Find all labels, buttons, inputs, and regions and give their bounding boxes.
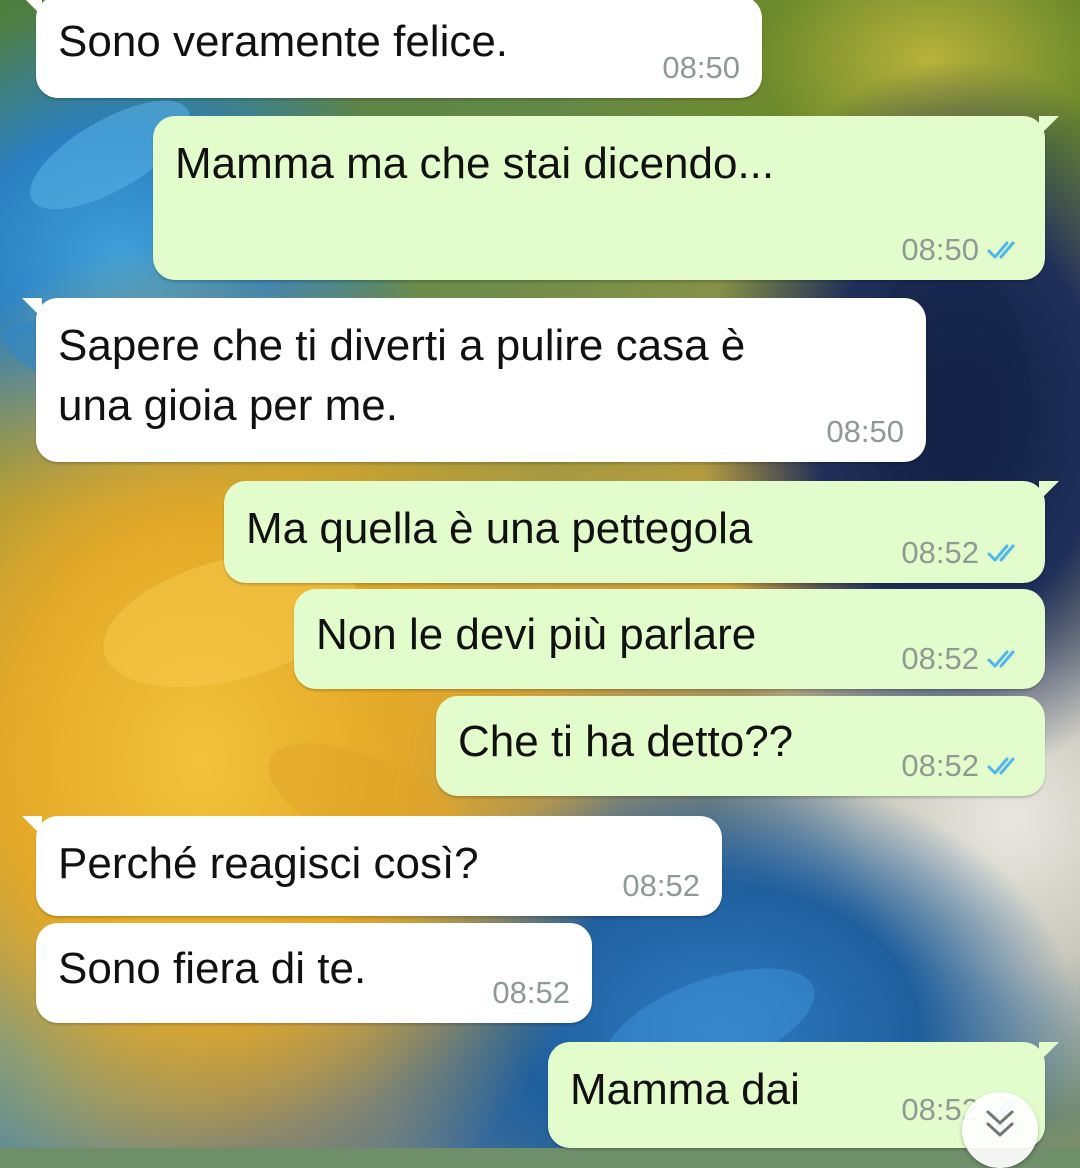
message-text: Che ti ha detto?? (458, 717, 794, 766)
message-bubble-incoming[interactable]: Sono veramente felice. 08:50 (22, 0, 762, 98)
message-meta: 08:50 (901, 232, 1023, 268)
message-time: 08:50 (826, 414, 904, 449)
message-meta: 08:52 (901, 748, 1023, 784)
message-bubble-incoming[interactable]: Sono fiera di te. 08:52 (36, 923, 592, 1023)
message-time: 08:50 (662, 50, 740, 85)
message-bubble-outgoing[interactable]: Ma quella è una pettegola 08:52 (224, 481, 1059, 583)
message-text: Sono veramente felice. (58, 17, 509, 66)
message-meta: 08:52 (492, 975, 570, 1011)
message-meta: 08:50 (826, 414, 904, 450)
message-text: Mamma dai (570, 1065, 800, 1114)
message-text: Sapere che ti diverti a pulire casa è un… (58, 321, 746, 430)
double-check-icon (987, 650, 1015, 668)
message-meta: 08:52 (901, 535, 1023, 571)
message-text: Perché reagisci così? (58, 839, 479, 888)
message-bubble-incoming[interactable]: Sapere che ti diverti a pulire casa è un… (22, 298, 926, 462)
message-text: Sono fiera di te. (58, 944, 367, 993)
message-meta: 08:50 (662, 50, 740, 86)
message-time: 08:52 (492, 975, 570, 1010)
double-chevron-down-icon (986, 1110, 1014, 1137)
message-text: Non le devi più parlare (316, 610, 757, 659)
double-check-icon (987, 757, 1015, 775)
message-meta: 08:52 (901, 641, 1023, 677)
double-check-icon (987, 544, 1015, 562)
message-text: Mamma ma che stai dicendo... (175, 139, 775, 188)
message-bubble-outgoing[interactable]: Non le devi più parlare 08:52 (294, 589, 1045, 689)
message-time: 08:52 (622, 868, 700, 903)
message-text: Ma quella è una pettegola (246, 504, 753, 553)
message-meta: 08:52 (622, 868, 700, 904)
message-time: 08:52 (901, 641, 979, 676)
message-bubble-outgoing[interactable]: Che ti ha detto?? 08:52 (436, 696, 1045, 796)
double-check-icon (987, 241, 1015, 259)
message-bubble-outgoing[interactable]: Mamma ma che stai dicendo... 08:50 (153, 116, 1059, 280)
message-time: 08:52 (901, 748, 979, 783)
message-time: 08:50 (901, 232, 979, 267)
message-time: 08:52 (901, 535, 979, 570)
message-bubble-incoming[interactable]: Perché reagisci così? 08:52 (22, 816, 722, 916)
scroll-to-bottom-button[interactable] (962, 1092, 1038, 1168)
